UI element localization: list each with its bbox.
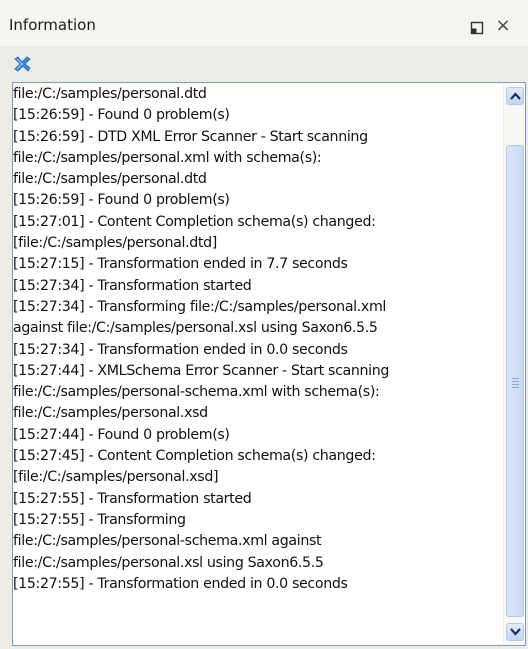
log-line: [15:27:44] - XMLSchema Error Scanner - S… [13, 362, 390, 379]
log-line: against file:/C:/samples/personal.xsl us… [13, 320, 378, 337]
log-line: [15:27:34] - Transformation started [13, 277, 252, 294]
log-line: [15:27:55] - Transformation started [13, 490, 252, 507]
log-line: [15:27:01] - Content Completion schema(s… [13, 213, 376, 230]
log-line: [15:27:55] - Transforming [13, 511, 186, 528]
vertical-scrollbar[interactable] [503, 83, 525, 645]
log-line: [15:27:45] - Content Completion schema(s… [13, 448, 376, 465]
clear-log-icon[interactable] [12, 54, 32, 74]
log-line: file:/C:/samples/personal-schema.xml wit… [13, 384, 380, 401]
view-title: Information [9, 16, 96, 34]
log-line: [15:26:59] - DTD XML Error Scanner - Sta… [13, 128, 368, 145]
scroll-thumb[interactable] [506, 145, 524, 617]
view-toolbar [0, 46, 528, 80]
log-line: [15:27:15] - Transformation ended in 7.7… [13, 256, 348, 273]
log-lines: file:/C:/samples/personal.dtd [15:26:59] … [13, 84, 501, 595]
close-icon[interactable]: × [493, 15, 513, 37]
scroll-down-arrow-icon[interactable] [506, 623, 524, 641]
log-line: [15:26:59] - Found 0 problem(s) [13, 107, 230, 124]
log-line: [15:26:59] - Found 0 problem(s) [13, 192, 230, 209]
information-view: Information × file:/C:/samples/personal.… [0, 0, 528, 649]
restore-icon[interactable] [470, 20, 484, 35]
log-line: file:/C:/samples/personal-schema.xml aga… [13, 533, 322, 550]
log-line: [file:/C:/samples/personal.dtd] [13, 235, 217, 252]
log-line: [15:27:34] - Transformation ended in 0.0… [13, 341, 348, 358]
log-line: file:/C:/samples/personal.xsl using Saxo… [13, 554, 324, 571]
log-line: [file:/C:/samples/personal.xsd] [13, 469, 219, 486]
scroll-up-arrow-icon[interactable] [506, 87, 524, 105]
log-line: file:/C:/samples/personal.xml with schem… [13, 149, 322, 166]
log-console[interactable]: file:/C:/samples/personal.dtd [15:26:59] … [12, 82, 526, 646]
log-line: [15:27:34] - Transforming file:/C:/sampl… [13, 298, 387, 315]
log-line: [15:27:44] - Found 0 problem(s) [13, 426, 230, 443]
log-line: file:/C:/samples/personal.xsd [13, 405, 208, 422]
log-line: file:/C:/samples/personal.dtd [13, 171, 207, 188]
log-line: [15:27:55] - Transformation ended in 0.0… [13, 575, 348, 592]
view-title-bar: Information × [0, 0, 528, 46]
log-line: file:/C:/samples/personal.dtd [13, 86, 207, 102]
